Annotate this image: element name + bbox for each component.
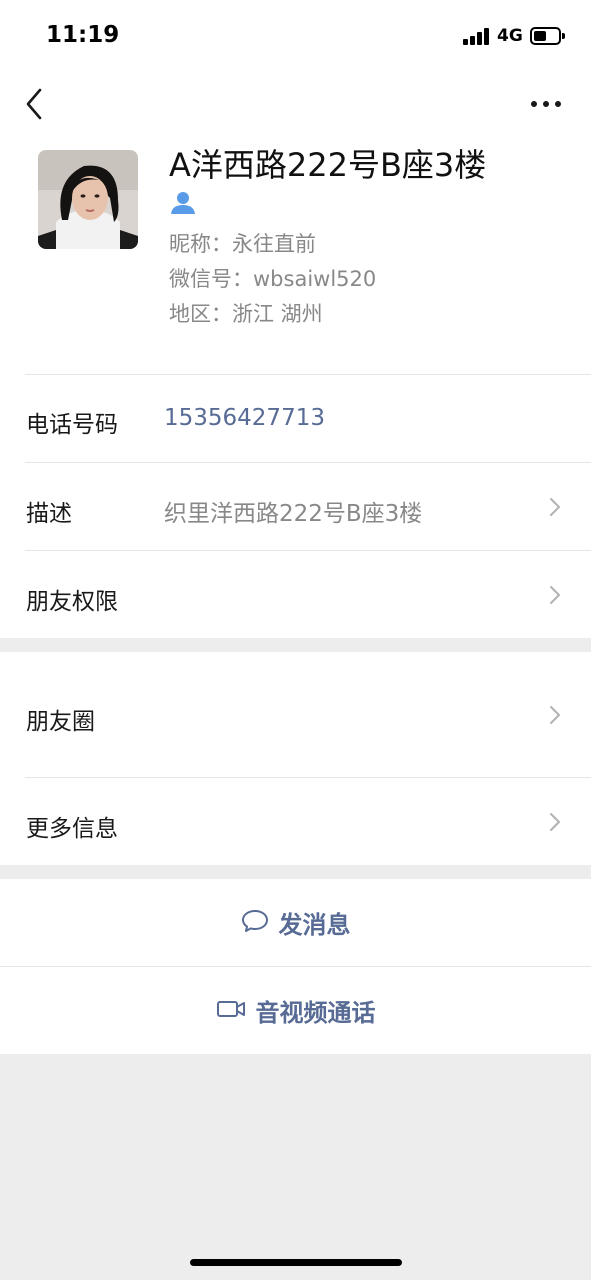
video-call-button[interactable]: 音视频通话 [0,967,591,1054]
actions-group: 发消息 音视频通话 [0,879,591,1054]
moments-label[interactable]: 朋友圈 [26,702,95,736]
status-bar: 11:19 4G [0,0,591,70]
region-text: 地区：浙江 湖州 [169,302,323,326]
chevron-left-icon[interactable] [18,84,54,124]
permissions-label[interactable]: 朋友权限 [26,582,118,616]
profile-name: A洋西路222号B座3楼 [169,146,487,184]
nickname-text: 昵称：永往直前 [169,232,316,256]
person-icon [170,191,196,215]
ellipsis-icon[interactable] [526,90,566,118]
wechat-id-text: 微信号：wbsaiwl520 [169,267,377,291]
divider [25,550,591,551]
chevron-right-icon[interactable] [547,496,563,518]
more-info-label[interactable]: 更多信息 [26,809,118,843]
avatar[interactable] [38,150,138,249]
chevron-right-icon[interactable] [547,811,563,833]
description-label[interactable]: 描述 [26,494,72,528]
send-message-button[interactable]: 发消息 [0,879,591,966]
divider [25,462,591,463]
battery-icon [530,27,565,45]
home-indicator[interactable] [190,1259,402,1266]
signal-icon [463,28,491,45]
network-label: 4G [497,26,523,46]
chevron-right-icon[interactable] [547,584,563,606]
video-camera-icon [216,998,246,1024]
divider [25,374,591,375]
send-message-label: 发消息 [278,911,351,939]
phone-label: 电话号码 [26,412,118,438]
chevron-right-icon[interactable] [547,704,563,726]
settings-group: 朋友圈 更多信息 [0,652,591,865]
video-call-label: 音视频通话 [255,999,376,1027]
status-time: 11:19 [46,22,120,48]
divider [25,777,591,778]
description-value[interactable]: 织里洋西路222号B座3楼 [164,494,422,528]
chat-bubble-icon [241,908,269,938]
phone-number-link[interactable]: 15356427713 [164,405,325,431]
